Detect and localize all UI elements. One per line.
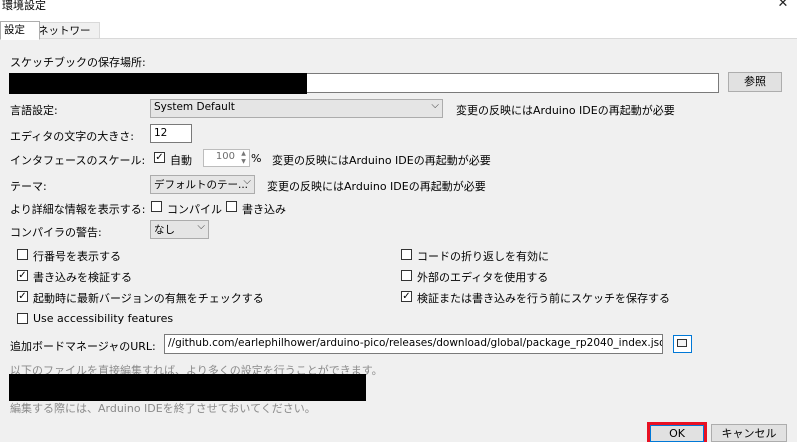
compiler-warnings-label: コンパイラの警告: [10,226,102,239]
close-icon[interactable]: ✕ [776,0,790,11]
check-updates-checkbox[interactable]: ✓ [17,291,28,302]
verbose-compile-checkbox[interactable] [151,201,162,212]
scale-unit: % [251,152,262,165]
cancel-button[interactable]: キャンセル [711,424,787,442]
save-before-verify-label: 検証または書き込みを行う前にスケッチを保存する [417,292,670,305]
verbose-compile-label: コンパイル [167,203,222,216]
external-editor-label: 外部のエディタを使用する [417,271,549,284]
scale-spinner[interactable]: 100 ▲ ▼ [203,149,250,167]
theme-label: テーマ: [10,180,47,193]
language-value: System Default [154,101,235,113]
board-manager-label: 追加ボードマネージャのURL: [10,340,156,353]
redacted-file-path [9,374,366,401]
interface-scale-label: インタフェースのスケール: [10,154,146,167]
verify-upload-checkbox[interactable]: ✓ [17,270,28,281]
edit-close-note: 編集する際には、Arduino IDEを終了させておいてください。 [10,402,316,415]
redacted-path [9,73,307,94]
url-list-button[interactable] [673,335,692,353]
tab-settings[interactable]: 設定 [0,21,40,40]
scale-restart-note: 変更の反映にはArduino IDEの再起動が必要 [272,154,491,167]
scale-value: 100 [215,151,235,162]
theme-restart-note: 変更の反映にはArduino IDEの再起動が必要 [267,180,486,193]
tab-network[interactable]: ネットワーク [34,22,100,53]
spinner-up-icon[interactable]: ▲ [238,150,249,158]
accessibility-checkbox[interactable] [17,313,28,324]
verbose-upload-label: 書き込み [242,203,286,216]
line-numbers-label: 行番号を表示する [33,250,121,263]
chevron-down-icon: ⌵ [431,100,439,111]
compiler-warnings-value: なし [154,224,175,236]
editor-font-label: エディタの文字の大きさ: [10,130,134,143]
verbose-upload-checkbox[interactable] [226,201,237,212]
language-select[interactable]: System Default ⌵ [150,99,443,118]
sketchbook-label: スケッチブックの保存場所: [10,56,146,69]
verbose-label: より詳細な情報を表示する: [10,203,146,216]
auto-scale-checkbox[interactable]: ✓ [154,152,165,163]
accessibility-label: Use accessibility features [33,312,174,325]
chevron-down-icon: ⌵ [243,176,251,187]
check-updates-label: 起動時に最新バージョンの有無をチェックする [33,292,264,305]
save-before-verify-checkbox[interactable]: ✓ [401,291,412,302]
browse-button[interactable]: 参照 [728,72,782,92]
verify-upload-label: 書き込みを検証する [33,271,132,284]
spinner-down-icon[interactable]: ▼ [238,158,249,166]
window-icon [677,339,687,347]
editor-font-size-input[interactable]: 12 [150,124,192,143]
chevron-down-icon: ⌵ [197,221,205,232]
ok-button[interactable]: OK [650,425,704,442]
code-folding-label: コードの折り返しを有効に [417,250,549,263]
language-label: 言語設定: [10,104,58,117]
code-folding-checkbox[interactable] [401,249,412,260]
auto-scale-label: 自動 [170,154,192,167]
window-title: 環境設定 [2,0,46,12]
theme-select[interactable]: デフォルトのテー... ⌵ [150,175,255,194]
external-editor-checkbox[interactable] [401,270,412,281]
compiler-warnings-select[interactable]: なし ⌵ [150,220,209,239]
board-manager-url-input[interactable]: //github.com/earlephilhower/arduino-pico… [164,334,663,354]
line-numbers-checkbox[interactable] [17,249,28,260]
theme-value: デフォルトのテー... [154,179,249,191]
language-restart-note: 変更の反映にはArduino IDEの再起動が必要 [456,104,675,117]
